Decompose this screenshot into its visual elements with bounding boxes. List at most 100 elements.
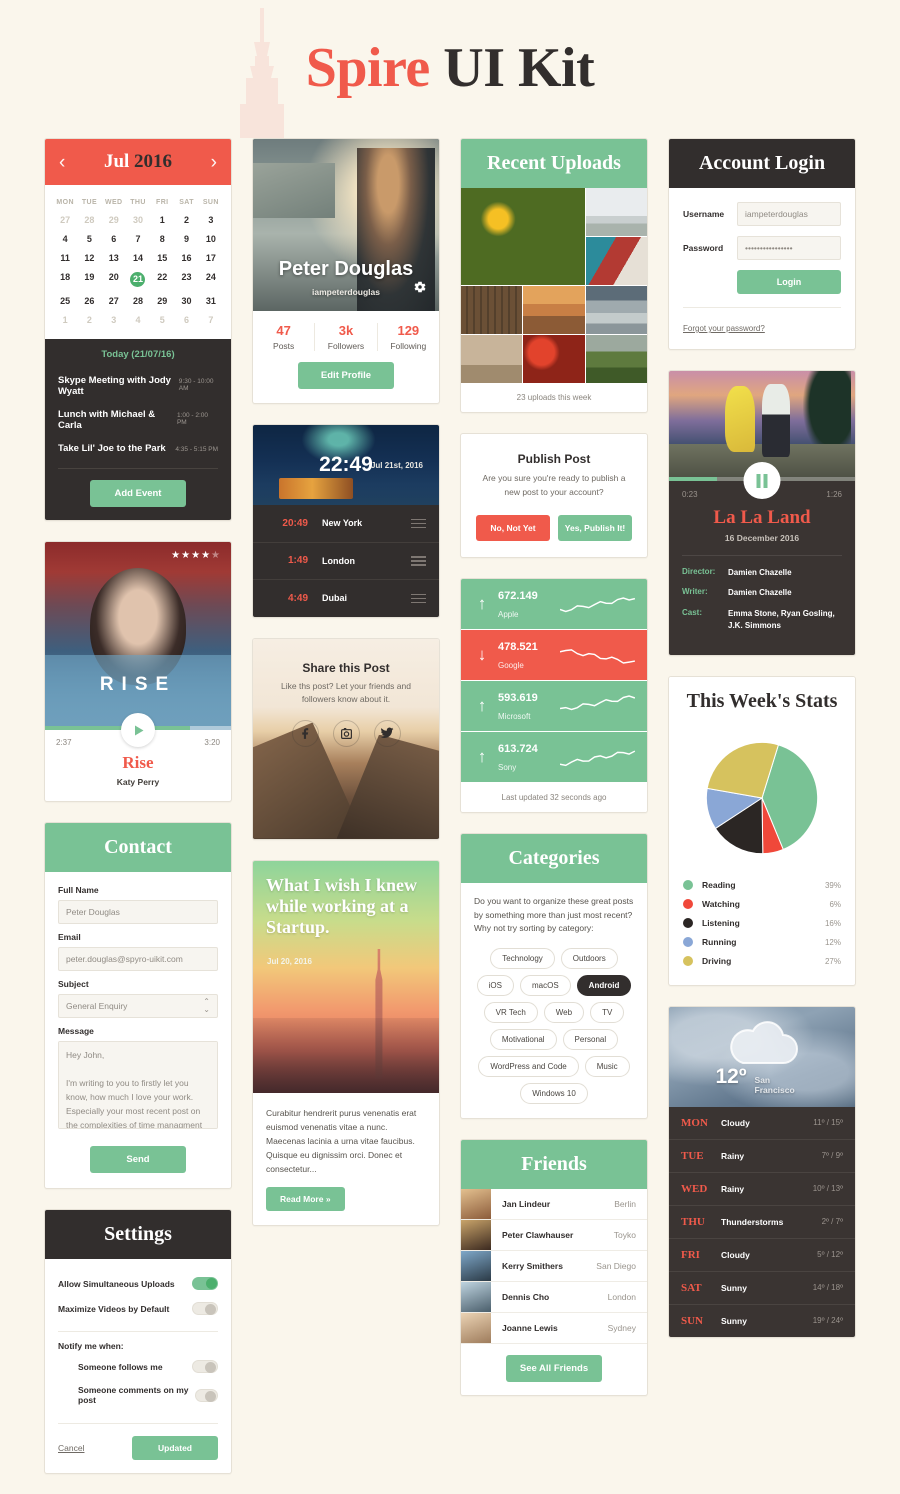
toggle-someone-follows-me[interactable]	[192, 1360, 218, 1373]
calendar-day[interactable]: 17	[199, 248, 223, 267]
calendar-day[interactable]: 31	[199, 291, 223, 310]
calendar-day[interactable]: 6	[102, 229, 126, 248]
calendar-day[interactable]: 10	[199, 229, 223, 248]
calendar-event[interactable]: Skype Meeting with Jody Wyatt 9:30 - 10:…	[58, 369, 218, 403]
category-tag[interactable]: TV	[590, 1001, 625, 1023]
weather-day-row[interactable]: SUN Sunny 19º / 24º	[669, 1304, 855, 1337]
upload-tile-red-apples[interactable]	[523, 335, 585, 383]
upload-tile-person-jumping[interactable]	[585, 188, 647, 236]
calendar-day[interactable]: 4	[53, 229, 77, 248]
category-tag[interactable]: WordPress and Code	[478, 1055, 579, 1077]
calendar-day[interactable]: 22	[150, 267, 174, 291]
weather-day-row[interactable]: WED Rainy 10º / 13º	[669, 1172, 855, 1206]
publish-yes-button[interactable]: Yes, Publish It!	[558, 515, 632, 542]
calendar-day[interactable]: 28	[126, 291, 150, 310]
calendar-day[interactable]: 9	[174, 229, 198, 248]
upload-tile-desert-sunset[interactable]	[523, 286, 585, 334]
instagram-icon[interactable]	[332, 719, 360, 747]
calendar-day[interactable]: 30	[174, 291, 198, 310]
pause-icon[interactable]	[743, 462, 781, 499]
play-icon[interactable]	[121, 713, 155, 747]
calendar-day[interactable]: 5	[77, 229, 101, 248]
category-tag[interactable]: Outdoors	[560, 947, 618, 969]
drag-handle-icon[interactable]	[411, 554, 426, 569]
upload-tile-coastal-beach[interactable]	[585, 286, 647, 334]
toggle-someone-comments[interactable]	[194, 1388, 218, 1402]
friend-row[interactable]: Joanne Lewis Sydney	[461, 1312, 647, 1344]
calendar-day[interactable]: 7	[126, 229, 150, 248]
upload-tile-castle-ruin[interactable]	[585, 335, 647, 383]
calendar-day[interactable]: 4	[126, 310, 150, 329]
calendar-day[interactable]: 27	[53, 210, 77, 229]
setting-row-uploads[interactable]: Allow Simultaneous Uploads	[58, 1271, 218, 1296]
calendar-day[interactable]: 30	[126, 210, 150, 229]
friend-row[interactable]: Peter Clawhauser Toyko	[461, 1219, 647, 1251]
calendar-day[interactable]: 26	[77, 291, 101, 310]
category-tag[interactable]: Music	[584, 1055, 630, 1077]
calendar-day[interactable]: 29	[102, 210, 126, 229]
calendar-day[interactable]: 6	[174, 310, 198, 329]
stock-row[interactable]: ↓ 478.521 Google	[461, 630, 647, 681]
friend-row[interactable]: Jan Lindeur Berlin	[461, 1188, 647, 1220]
category-tag[interactable]: Windows 10	[520, 1082, 588, 1104]
rating-stars[interactable]: ★★★★★	[171, 550, 221, 561]
calendar-day[interactable]: 16	[174, 248, 198, 267]
email-input[interactable]	[58, 947, 218, 971]
clock-zone-row[interactable]: 20:49 New York	[253, 505, 439, 543]
weather-day-row[interactable]: FRI Cloudy 5º / 12º	[669, 1238, 855, 1272]
chevron-left-icon[interactable]: ‹	[59, 153, 65, 172]
drag-handle-icon[interactable]	[411, 591, 426, 606]
toggle-allow-simultaneous-uploads[interactable]	[192, 1277, 218, 1290]
weather-day-row[interactable]: SAT Sunny 14º / 18º	[669, 1271, 855, 1305]
password-input[interactable]	[737, 236, 841, 260]
weather-day-row[interactable]: MON Cloudy 11º / 15º	[669, 1106, 855, 1140]
upload-tile-wooden-fence[interactable]	[461, 286, 523, 334]
calendar-day[interactable]: 2	[77, 310, 101, 329]
calendar-day[interactable]: 15	[150, 248, 174, 267]
full-name-input[interactable]	[58, 900, 218, 924]
subject-select[interactable]	[58, 994, 218, 1018]
publish-no-button[interactable]: No, Not Yet	[476, 515, 550, 542]
calendar-day[interactable]: 5	[150, 310, 174, 329]
calendar-day[interactable]: 12	[77, 248, 101, 267]
profile-stat[interactable]: 3k Followers	[315, 323, 378, 351]
edit-profile-button[interactable]: Edit Profile	[298, 362, 394, 389]
calendar-day[interactable]: 8	[150, 229, 174, 248]
calendar-day[interactable]: 13	[102, 248, 126, 267]
calendar-day[interactable]: 25	[53, 291, 77, 310]
facebook-icon[interactable]	[291, 719, 319, 747]
update-button[interactable]: Updated	[132, 1436, 218, 1460]
see-all-friends-button[interactable]: See All Friends	[506, 1354, 602, 1382]
calendar-day[interactable]: 24	[199, 267, 223, 291]
add-event-button[interactable]: Add Event	[90, 480, 186, 507]
category-tag[interactable]: Personal	[562, 1028, 619, 1050]
calendar-day[interactable]: 20	[102, 267, 126, 291]
upload-tile-sunflowers[interactable]	[461, 188, 585, 285]
calendar-day[interactable]: 1	[53, 310, 77, 329]
twitter-icon[interactable]	[373, 719, 401, 747]
message-textarea[interactable]: Hey John, I'm writing to you to firstly …	[58, 1041, 218, 1129]
calendar-day[interactable]: 27	[102, 291, 126, 310]
clock-zone-row[interactable]: 1:49 London	[253, 542, 439, 580]
friend-row[interactable]: Kerry Smithers San Diego	[461, 1250, 647, 1282]
setting-row-comments[interactable]: Someone comments on my post	[58, 1379, 218, 1411]
calendar-day[interactable]: 23	[174, 267, 198, 291]
setting-row-maximize[interactable]: Maximize Videos by Default	[58, 1296, 218, 1321]
calendar-day[interactable]: 21	[126, 267, 150, 291]
upload-tile-art-gallery[interactable]	[461, 335, 523, 383]
calendar-day[interactable]: 11	[53, 248, 77, 267]
friend-row[interactable]: Dennis Cho London	[461, 1281, 647, 1313]
category-tag[interactable]: Android	[576, 974, 632, 996]
profile-stat[interactable]: 129 Following	[378, 323, 439, 351]
category-tag[interactable]: Web	[543, 1001, 585, 1023]
calendar-event[interactable]: Lunch with Michael & Carla 1:00 - 2:00 P…	[58, 403, 218, 437]
calendar-day[interactable]: 3	[102, 310, 126, 329]
weather-day-row[interactable]: THU Thunderstorms 2º / 7º	[669, 1205, 855, 1239]
chevron-right-icon[interactable]: ›	[211, 153, 217, 172]
gear-icon[interactable]	[413, 280, 427, 299]
calendar-day[interactable]: 7	[199, 310, 223, 329]
upload-tile-hand-on-book[interactable]	[585, 237, 647, 285]
category-tag[interactable]: VR Tech	[483, 1001, 538, 1023]
calendar-day[interactable]: 3	[199, 210, 223, 229]
toggle-maximize-videos[interactable]	[192, 1302, 218, 1315]
